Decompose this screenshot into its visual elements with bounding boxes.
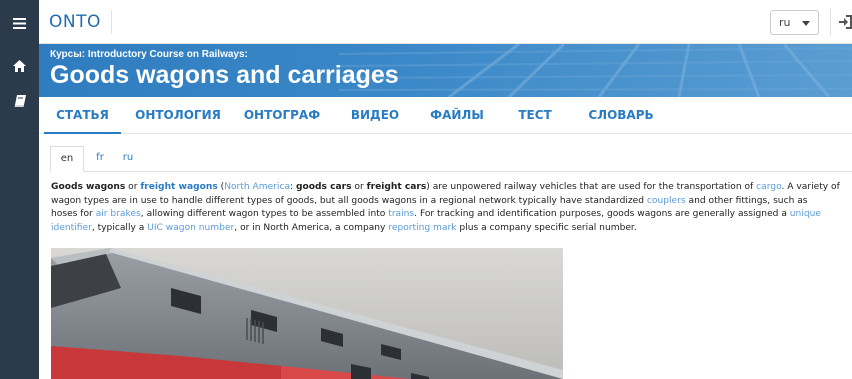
article-text: , typically a (91, 222, 148, 233)
menu-button[interactable] (0, 8, 39, 38)
article-line: identifier, typically a UIC wagon number… (51, 222, 851, 236)
login-button[interactable] (839, 14, 852, 30)
article-text: hoses for (51, 209, 96, 220)
courses-button[interactable] (0, 86, 39, 116)
book-icon (14, 95, 26, 107)
link-unique-identifier[interactable]: unique (790, 209, 821, 219)
caret-down-icon (802, 21, 810, 26)
article-language-tabs: en fr ru (50, 146, 852, 172)
sign-in-icon (839, 15, 852, 34)
article-line: wagon types are in use to handle differe… (51, 195, 851, 209)
tab-article[interactable]: СТАТЬЯ (44, 97, 121, 134)
menu-icon (13, 17, 26, 29)
link-reporting-mark[interactable]: reporting mark (388, 223, 456, 233)
article-text: . A variety of (781, 182, 840, 192)
term-bold: goods cars (296, 182, 352, 192)
carriage-image (51, 248, 563, 379)
onto-logo[interactable]: ONTO (49, 6, 101, 38)
article-text: and other fittings, such as (685, 195, 808, 206)
article-text: or (125, 182, 141, 192)
article-text: , or in North America, a company (234, 222, 389, 233)
article-text: plus a company specific serial number. (456, 222, 637, 233)
breadcrumb[interactable]: Курсы: Introductory Course on Railways: (50, 49, 248, 60)
term-bold: Goods wagons (51, 182, 126, 192)
divider (830, 8, 831, 36)
link-trains[interactable]: trains (388, 209, 414, 219)
tab-glossary[interactable]: СЛОВАРЬ (584, 97, 658, 134)
article-text: wagon types are in use to handle differe… (51, 195, 647, 206)
tab-files[interactable]: ФАЙЛЫ (428, 97, 486, 134)
lang-tab-ru[interactable]: ru (116, 146, 140, 172)
divider (111, 10, 112, 34)
course-banner: Курсы: Introductory Course on Railways: … (39, 44, 852, 97)
tab-video[interactable]: ВИДЕО (347, 97, 403, 134)
article-text: , allowing different wagon types to be a… (140, 209, 389, 220)
page-title: Goods wagons and carriages (50, 61, 399, 89)
language-select-value: ru (779, 16, 791, 29)
lang-tab-en[interactable]: en (50, 146, 84, 172)
language-select[interactable]: ru (770, 10, 819, 35)
article-line: Goods wagons or freight wagons (North Am… (51, 181, 851, 195)
lang-tab-fr[interactable]: fr (88, 146, 112, 172)
article-line: hoses for air brakes, allowing different… (51, 208, 851, 222)
top-bar: ONTO ru (39, 0, 852, 44)
sidebar (0, 0, 39, 379)
article-text: or (351, 182, 367, 192)
carriage-photo (51, 248, 563, 379)
link-unique-identifier[interactable]: identifier (51, 223, 92, 233)
tab-test[interactable]: ТЕСТ (511, 97, 559, 134)
logo-text: ONTO (49, 12, 101, 32)
article-body: Goods wagons or freight wagons (North Am… (51, 181, 851, 235)
link-freight-wagons[interactable]: freight wagons (140, 182, 217, 192)
tab-ontology[interactable]: ОНТОЛОГИЯ (131, 97, 225, 134)
link-cargo[interactable]: cargo (756, 182, 781, 192)
article-text: . For tracking and identification purpos… (414, 209, 790, 220)
article-text: ) are unpowered railway vehicles that ar… (426, 182, 757, 192)
link-uic-wagon-number[interactable]: UIC wagon number (147, 223, 234, 233)
link-north-america[interactable]: North America (224, 182, 290, 192)
home-icon (13, 60, 26, 72)
term-bold: freight cars (366, 182, 427, 192)
tab-ontograph[interactable]: ОНТОГРАФ (240, 97, 324, 134)
section-tabs: СТАТЬЯ ОНТОЛОГИЯ ОНТОГРАФ ВИДЕО ФАЙЛЫ ТЕ… (39, 97, 852, 134)
link-couplers[interactable]: couplers (647, 196, 686, 206)
link-air-brakes[interactable]: air brakes (96, 209, 141, 219)
home-button[interactable] (0, 51, 39, 81)
